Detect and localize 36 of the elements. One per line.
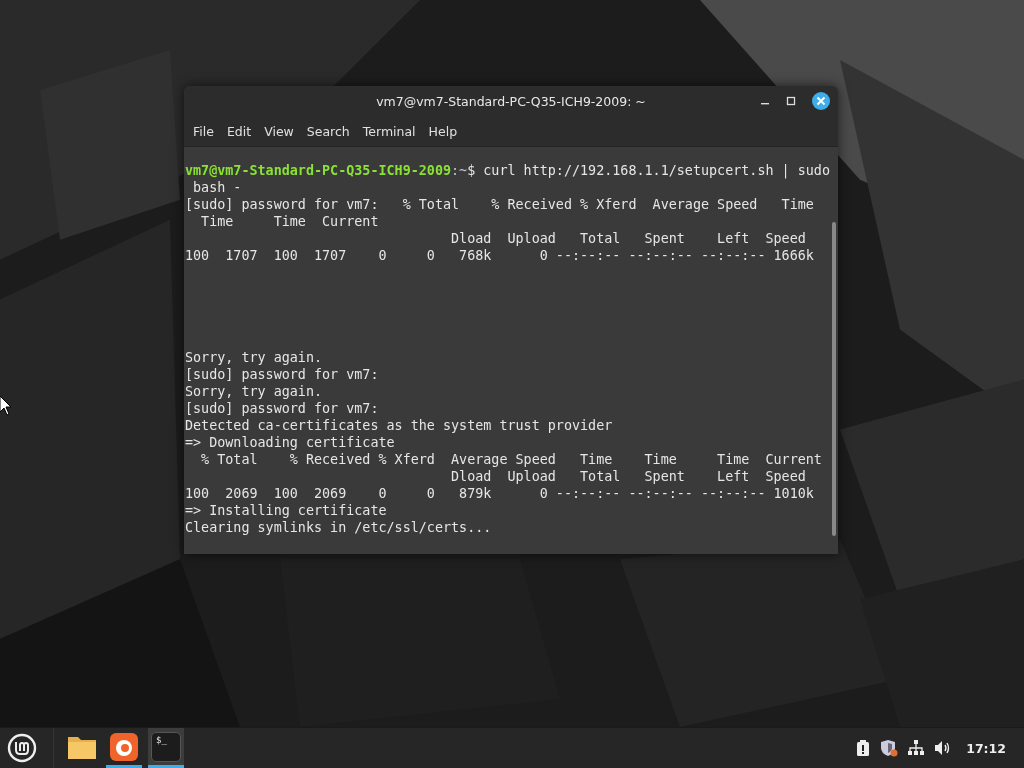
menu-item[interactable]: Terminal [357, 123, 421, 139]
terminal-line: Dload Upload Total Spent Left Speed [450, 468, 807, 485]
maximize-icon[interactable] [786, 96, 796, 106]
terminal-line: Dload Upload Total Spent Left Speed [450, 230, 807, 247]
terminal-line: [sudo] password for vm7: [185, 400, 380, 417]
clipboard-icon[interactable] [856, 739, 871, 757]
terminal-line: Sorry, try again. [185, 349, 324, 366]
menu-logo-icon[interactable] [7, 733, 37, 763]
menu-item[interactable]: Help [423, 123, 463, 139]
scrollbar-thumb[interactable] [832, 222, 836, 536]
taskbar-app[interactable]: $_ [148, 728, 184, 768]
terminal-line: => Downloading certificate [185, 434, 396, 451]
window-title: vm7@vm7-Standard-PC-Q35-ICH9-2009: ~ [376, 93, 646, 109]
terminal-line: % Total % Received % Xferd Average Speed Time Time Time Current [200, 451, 823, 468]
menu-item[interactable]: File [188, 123, 219, 139]
shield-icon[interactable] [880, 739, 899, 757]
terminal-line: Sorry, try again. [185, 383, 324, 400]
terminal-line: vm7@vm7-Standard-PC-Q35-ICH9-2009:~$ curl http://192.168.1.1/setupcert.sh | sudo [185, 162, 830, 179]
browser-icon [110, 732, 138, 761]
terminal-line: [sudo] password for vm7: [185, 366, 380, 383]
terminal-line: => Installing certificate [185, 502, 388, 519]
terminal-line: Time Time Current [200, 213, 380, 230]
mouse-cursor-icon [0, 396, 12, 416]
terminal-line: [sudo] password for vm7: % Total % Received % Xferd Average Speed Time [185, 196, 815, 213]
terminal-line: 100 2069 100 2069 0 0 879k 0 --:--:-- --:--:-- --:--:-- 1010k [185, 485, 815, 502]
terminal-line: Detected ca-certificates as the system trust provider [185, 417, 614, 434]
network-icon[interactable] [908, 740, 925, 756]
terminal-app-icon: $_ [151, 731, 181, 762]
clock[interactable]: 17:12 [966, 740, 1006, 756]
terminal-line: Clearing symlinks in /etc/ssl/certs... [185, 519, 493, 536]
close-icon[interactable] [812, 92, 830, 110]
menu-item[interactable]: Edit [221, 123, 257, 139]
menu-item[interactable]: Search [301, 123, 355, 139]
menu-item[interactable]: View [259, 123, 299, 139]
terminal-line: 100 1707 100 1707 0 0 768k 0 --:--:-- --:--:-- --:--:-- 1666k [185, 247, 815, 264]
terminal-line: bash - [192, 179, 243, 196]
